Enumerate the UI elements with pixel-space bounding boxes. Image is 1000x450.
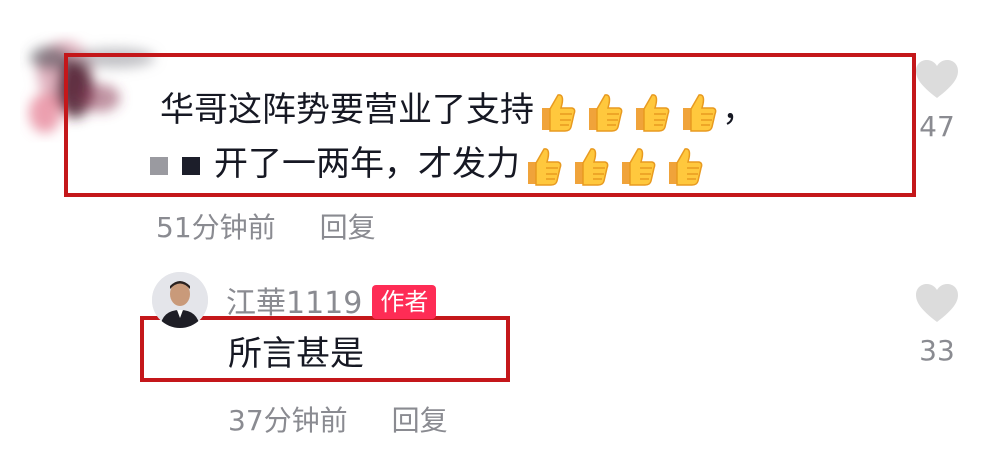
heart-icon[interactable] [914, 282, 960, 324]
thumbs-up-icon [669, 147, 703, 186]
heart-icon[interactable] [914, 58, 960, 100]
thumbs-up-icon [636, 93, 670, 132]
reply-time: 37分钟前 [228, 404, 348, 437]
reply-like-button[interactable]: 33 [897, 282, 977, 367]
comment-like-button[interactable]: 47 [897, 58, 977, 143]
comment-line2-text: 开了一两年，才发力 [214, 144, 520, 184]
avatar-image [152, 272, 208, 328]
comment-reply-button[interactable]: 回复 [320, 211, 376, 244]
thumbs-up-icon [528, 147, 562, 186]
reply-meta: 37分钟前 回复 [228, 399, 448, 439]
reply-author: 江華1119 作者 [226, 278, 437, 322]
thumbs-up-icon [542, 93, 576, 132]
reply-reply-button[interactable]: 回复 [392, 404, 448, 437]
thumbs-up-icon [589, 93, 623, 132]
comment-text-line2: 开了一两年，才发力 [150, 142, 708, 188]
comment-meta: 51分钟前 回复 [156, 206, 376, 246]
thumbs-up-icon [575, 147, 609, 186]
reply-like-count: 33 [919, 334, 955, 367]
author-badge: 作者 [372, 285, 437, 319]
comment-line1-text: 华哥这阵势要营业了支持 [160, 90, 534, 130]
avatar[interactable] [152, 272, 208, 328]
comment-time: 51分钟前 [156, 211, 276, 244]
redacted-square-gray [150, 156, 168, 175]
thumbs-up-icon [622, 147, 656, 186]
reply-author-name[interactable]: 江華1119 [226, 286, 362, 321]
comment-like-count: 47 [919, 110, 955, 143]
comment-line1-trailing: ， [722, 90, 756, 130]
redacted-square-dark [182, 156, 200, 175]
comment-text-line1: 华哥这阵势要营业了支持 ， [160, 88, 756, 134]
reply-text: 所言甚是 [228, 334, 364, 374]
thumbs-up-icon [683, 93, 717, 132]
